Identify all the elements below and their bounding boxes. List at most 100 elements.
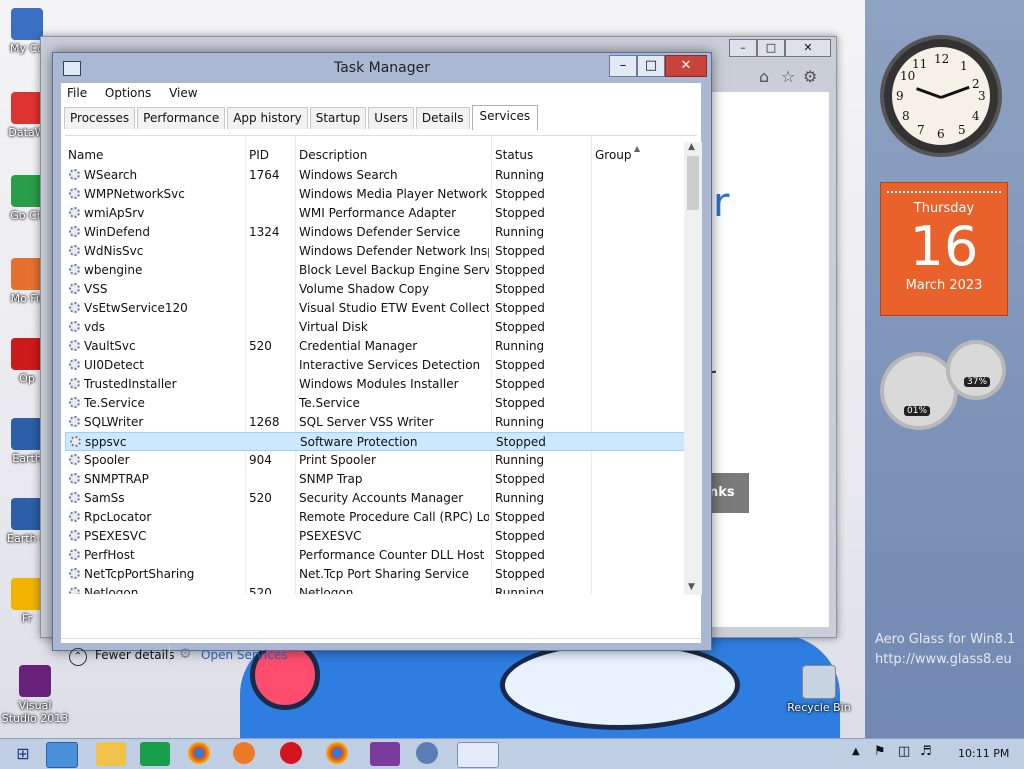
column-header-group[interactable]: Group ▲ [592, 144, 691, 166]
scrollbar-thumb[interactable] [687, 156, 699, 210]
close-button[interactable]: ✕ [785, 39, 831, 57]
close-button[interactable]: ✕ [665, 55, 707, 77]
store-icon[interactable] [140, 742, 170, 766]
tab-services[interactable]: Services [471, 105, 539, 130]
service-gear-icon [69, 416, 80, 427]
maximize-button[interactable]: □ [757, 39, 785, 57]
cell-status: Stopped [495, 548, 545, 562]
table-row[interactable]: WdNisSvc Windows Defender Network Insp...… [65, 242, 690, 261]
calendar-month-year: March 2023 [905, 278, 983, 293]
service-gear-icon [69, 264, 80, 275]
cell-status: Stopped [495, 320, 545, 334]
cell-description: Print Spooler [299, 453, 376, 467]
column-header-name[interactable]: Name [65, 144, 246, 166]
cell-description: Software Protection [300, 435, 418, 449]
show-hidden-icons-icon[interactable]: ▲ [852, 746, 860, 757]
tab-startup[interactable]: Startup [309, 107, 367, 129]
menu-file[interactable]: File [67, 86, 87, 100]
start-button[interactable]: ⊞ [10, 742, 36, 766]
table-row[interactable]: SamSs 520 Security Accounts Manager Running [65, 489, 690, 508]
table-row[interactable]: wbengine Block Level Backup Engine Servic… [65, 261, 690, 280]
scroll-down-icon[interactable]: ▼ [688, 582, 695, 592]
firefox-icon[interactable] [233, 742, 255, 764]
task-manager-icon[interactable] [457, 742, 499, 768]
volume-icon[interactable]: ♬ [920, 744, 932, 759]
tab-performance[interactable]: Performance [137, 107, 226, 129]
cell-status: Stopped [495, 301, 545, 315]
chrome-icon[interactable] [326, 742, 348, 764]
memory-meter-gadget: 37% [946, 340, 1006, 400]
table-row[interactable]: sppsvc Software Protection Stopped [65, 432, 690, 451]
table-row[interactable]: vds Virtual Disk Stopped [65, 318, 690, 337]
column-header-group-label: Group [595, 148, 632, 162]
globe-icon[interactable] [416, 742, 438, 764]
table-row[interactable]: Spooler 904 Print Spooler Running [65, 451, 690, 470]
cell-status: Running [495, 225, 545, 239]
opera-icon[interactable] [280, 742, 302, 764]
cell-description: Windows Search [299, 168, 398, 182]
table-row[interactable]: VsEtwService120 Visual Studio ETW Event C… [65, 299, 690, 318]
table-row[interactable]: WSearch 1764 Windows Search Running [65, 166, 690, 185]
column-header-pid[interactable]: PID [246, 144, 296, 166]
cell-status: Stopped [495, 244, 545, 258]
desktop-icon-recycle-bin[interactable]: Recycle Bin [784, 665, 854, 714]
tab-details[interactable]: Details [415, 107, 470, 129]
minimize-button[interactable]: – [609, 55, 637, 77]
home-icon[interactable]: ⌂ [759, 67, 769, 86]
table-row[interactable]: PSEXESVC PSEXESVC Stopped [65, 527, 690, 546]
internet-explorer-icon[interactable] [46, 742, 78, 768]
table-row[interactable]: wmiApSrv WMI Performance Adapter Stopped [65, 204, 690, 223]
column-header-status[interactable]: Status [492, 144, 592, 166]
service-gear-icon [69, 302, 80, 313]
calendar-weekday: Thursday [913, 201, 975, 216]
maximize-button[interactable]: □ [637, 55, 665, 77]
desktop-icon-label: Op [19, 372, 35, 385]
calendar-gadget: Thursday 16 March 2023 [880, 182, 1008, 316]
chrome-icon[interactable] [188, 742, 210, 764]
service-gear-icon [69, 207, 80, 218]
tab-app-history[interactable]: App history [227, 107, 308, 129]
menu-view[interactable]: View [169, 86, 197, 100]
vertical-scrollbar[interactable]: ▲ ▼ [684, 142, 702, 595]
column-header-description[interactable]: Description [296, 144, 492, 166]
table-row[interactable]: WMPNetworkSvc Windows Media Player Networ… [65, 185, 690, 204]
open-services-link[interactable]: Open Services [201, 648, 287, 662]
file-explorer-icon[interactable] [96, 742, 126, 766]
table-row[interactable]: VaultSvc 520 Credential Manager Running [65, 337, 690, 356]
cell-status: Stopped [495, 529, 545, 543]
favorites-icon[interactable]: ☆ [781, 67, 795, 86]
cell-description: Credential Manager [299, 339, 418, 353]
partial-link-button[interactable]: nks [709, 473, 749, 513]
table-row[interactable]: RpcLocator Remote Procedure Call (RPC) Lo… [65, 508, 690, 527]
tab-processes[interactable]: Processes [64, 107, 136, 129]
menu-options[interactable]: Options [105, 86, 151, 100]
visual-studio-icon[interactable] [370, 742, 400, 766]
cell-pid: 520 [249, 339, 272, 353]
clock-minute-hand [916, 87, 942, 99]
table-row[interactable]: VSS Volume Shadow Copy Stopped [65, 280, 690, 299]
services-table: Name PID Description Status Group ▲ WSear… [65, 135, 697, 594]
clock-gadget: 12 1 2 3 4 5 6 7 8 9 10 11 [880, 35, 1002, 157]
table-row[interactable]: SNMPTRAP SNMP Trap Stopped [65, 470, 690, 489]
table-row[interactable]: TrustedInstaller Windows Modules Installe… [65, 375, 690, 394]
cell-description: WMI Performance Adapter [299, 206, 457, 220]
scroll-up-icon[interactable]: ▲ [688, 142, 695, 152]
table-row[interactable]: NetTcpPortSharing Net.Tcp Port Sharing Se… [65, 565, 690, 584]
table-row[interactable]: UI0Detect Interactive Services Detection S… [65, 356, 690, 375]
network-icon[interactable]: ◫ [898, 744, 910, 759]
gear-icon[interactable]: ⚙ [803, 67, 817, 86]
cell-status: Running [495, 415, 545, 429]
table-row[interactable]: Netlogon 520 Netlogon Running [65, 584, 690, 594]
task-manager-window[interactable]: Task Manager – □ ✕ File Options View Pro… [52, 52, 712, 666]
fewer-details-link[interactable]: Fewer details [95, 648, 175, 662]
minimize-button[interactable]: – [729, 39, 757, 57]
tab-users[interactable]: Users [368, 107, 414, 129]
desktop-icon-visual-studio[interactable]: Visual Studio 2013 [0, 665, 70, 725]
table-row[interactable]: WinDefend 1324 Windows Defender Service Run… [65, 223, 690, 242]
system-clock[interactable]: 10:11 PM [958, 747, 1009, 760]
table-row[interactable]: PerfHost Performance Counter DLL Host Stop… [65, 546, 690, 565]
flag-icon[interactable]: ⚑ [874, 744, 886, 759]
chevron-up-icon[interactable]: ⌃ [69, 648, 87, 666]
table-row[interactable]: SQLWriter 1268 SQL Server VSS Writer Runnin… [65, 413, 690, 432]
table-row[interactable]: Te.Service Te.Service Stopped [65, 394, 690, 413]
